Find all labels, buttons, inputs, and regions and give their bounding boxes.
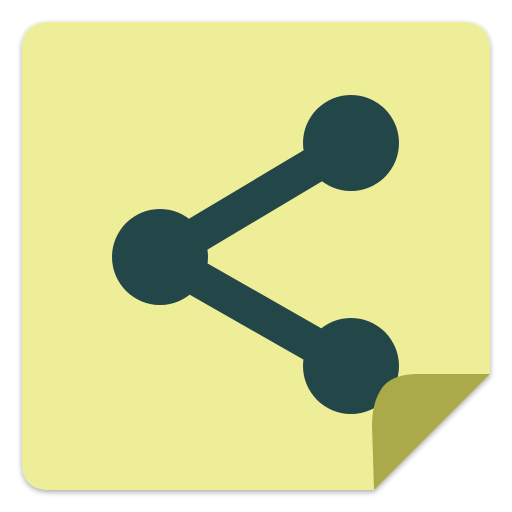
page-curl [372,374,490,490]
app-icon [0,0,512,512]
share-node-top [303,95,399,191]
sticky-note-share-icon [22,22,490,490]
share-node-left [112,209,208,305]
